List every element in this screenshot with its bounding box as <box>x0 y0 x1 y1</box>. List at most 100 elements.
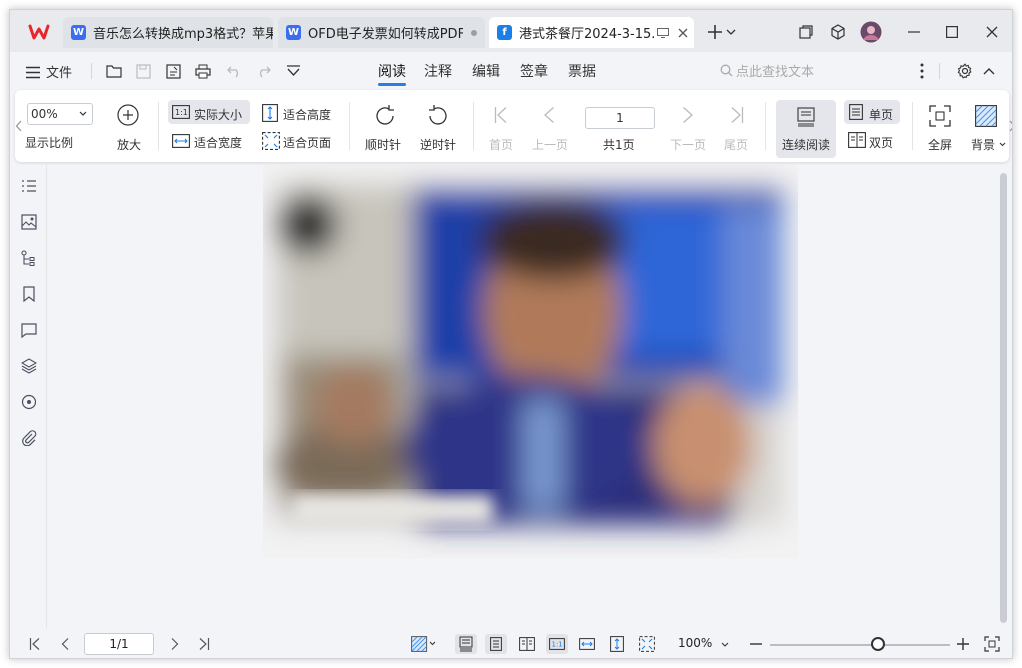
chevron-right-icon[interactable] <box>164 634 186 654</box>
minimize-button[interactable] <box>901 19 927 45</box>
scroll-left-icon[interactable] <box>15 120 25 134</box>
last-page-button[interactable]: 尾页 <box>719 102 753 158</box>
blurred-photo <box>263 165 798 558</box>
zoom-select[interactable]: 00% <box>27 103 93 125</box>
collapse-ribbon-icon[interactable] <box>978 60 1000 82</box>
fit-window-icon[interactable] <box>981 634 1003 654</box>
first-page-button[interactable]: 首页 <box>485 102 519 158</box>
scroll-right-icon[interactable] <box>1008 120 1012 134</box>
chevron-left-icon[interactable] <box>54 634 76 654</box>
zoom-in-button[interactable]: 放大 <box>106 102 150 158</box>
rotate-clockwise-label: 顺时针 <box>365 138 402 152</box>
avatar[interactable] <box>858 19 884 45</box>
structure-tree-icon[interactable] <box>19 248 39 268</box>
redo-icon[interactable] <box>252 60 274 82</box>
signature-seal-icon[interactable] <box>19 392 39 412</box>
window-restore-icon[interactable] <box>793 19 819 45</box>
page-number-input[interactable]: 1 <box>585 107 655 129</box>
double-page-icon[interactable] <box>848 132 866 148</box>
next-page-button[interactable]: 下一页 <box>667 102 709 158</box>
zoom-slider-handle[interactable] <box>871 637 885 651</box>
continuous-reading-button[interactable]: 连续阅读 <box>776 100 836 158</box>
tab-invoice[interactable]: 票据 <box>568 61 596 81</box>
attachment-icon[interactable] <box>19 428 39 448</box>
page-indicator-input[interactable]: 1/1 <box>84 633 154 655</box>
app-window: W 音乐怎么转换成mp3格式？苹果 W OFD电子发票如何转成PDF？ f 港式… <box>9 9 1013 659</box>
close-tab-icon[interactable] <box>672 22 694 44</box>
comment-icon[interactable] <box>19 320 39 340</box>
fit-page-label[interactable]: 适合页面 <box>283 134 331 151</box>
background-pattern-icon <box>975 105 997 127</box>
single-page-view-icon[interactable] <box>485 634 507 654</box>
tab-restaurant-ofd[interactable]: f 港式茶餐厅2024-3-15.o <box>489 17 694 48</box>
file-menu[interactable]: 文件 <box>46 62 72 81</box>
continuous-reading-label: 连续阅读 <box>782 138 831 152</box>
fit-page-icon[interactable] <box>262 132 280 150</box>
zoom-out-icon[interactable] <box>748 634 764 654</box>
close-window-button[interactable] <box>979 19 1005 45</box>
previous-page-label: 上一页 <box>532 138 569 152</box>
tab-title: 音乐怎么转换成mp3格式？苹果 <box>93 27 273 42</box>
more-options-icon[interactable] <box>911 60 933 82</box>
title-bar: W 音乐怎么转换成mp3格式？苹果 W OFD电子发票如何转成PDF？ f 港式… <box>10 10 1012 52</box>
background-button[interactable]: 背景 <box>965 102 1007 158</box>
double-page-view-icon[interactable] <box>516 634 538 654</box>
search-box[interactable]: 点此查找文本 <box>720 60 880 80</box>
fit-width-icon[interactable] <box>576 634 598 654</box>
gear-icon[interactable] <box>954 60 976 82</box>
zoom-slider[interactable] <box>770 644 950 646</box>
active-tab-indicator <box>378 83 406 86</box>
fit-height-icon[interactable] <box>262 104 278 122</box>
zoom-in-icon[interactable] <box>955 634 971 654</box>
unsaved-dot-icon[interactable] <box>463 22 485 44</box>
divider <box>349 102 350 150</box>
first-page-icon[interactable] <box>24 634 46 654</box>
double-page-label[interactable]: 双页 <box>869 134 893 151</box>
save-icon[interactable] <box>132 60 154 82</box>
maximize-button[interactable] <box>939 19 965 45</box>
hamburger-menu-icon[interactable] <box>24 61 42 83</box>
undo-icon[interactable] <box>223 60 245 82</box>
rotate-clockwise-button[interactable]: 顺时针 <box>360 102 408 158</box>
export-icon[interactable] <box>162 60 184 82</box>
screen-icon[interactable] <box>654 22 672 44</box>
actual-size-icon[interactable]: 1:1 <box>546 634 568 654</box>
fullscreen-button[interactable]: 全屏 <box>920 102 960 158</box>
page-number-value: 1 <box>616 111 624 125</box>
continuous-view-icon[interactable] <box>455 634 477 654</box>
fit-width-label[interactable]: 适合宽度 <box>194 134 242 151</box>
word-doc-icon: W <box>71 25 86 40</box>
wps-logo[interactable] <box>22 20 56 44</box>
tab-ofd-doc[interactable]: W OFD电子发票如何转成PDF？ <box>278 17 485 48</box>
vertical-scrollbar[interactable] <box>1000 173 1007 623</box>
chevron-down-icon[interactable] <box>718 634 732 654</box>
next-page-label: 下一页 <box>670 138 707 152</box>
tab-signature[interactable]: 签章 <box>520 61 548 81</box>
tab-annotate[interactable]: 注释 <box>424 61 452 81</box>
chevron-down-icon[interactable] <box>723 19 739 45</box>
fit-page-icon[interactable] <box>636 634 658 654</box>
cube-icon[interactable] <box>825 19 851 45</box>
tab-read[interactable]: 阅读 <box>378 61 406 81</box>
fit-height-label[interactable]: 适合高度 <box>283 106 331 123</box>
fit-width-icon[interactable] <box>172 134 190 148</box>
tab-music-doc[interactable]: W 音乐怎么转换成mp3格式？苹果 <box>63 17 273 48</box>
document-view[interactable] <box>48 165 1012 628</box>
thumbnail-image-icon[interactable] <box>19 212 39 232</box>
rotate-counterclockwise-button[interactable]: 逆时针 <box>415 102 463 158</box>
previous-page-button[interactable]: 上一页 <box>529 102 571 158</box>
zoom-in-icon <box>117 104 139 126</box>
quick-access-dropdown-icon[interactable] <box>282 60 304 82</box>
tab-edit[interactable]: 编辑 <box>472 61 500 81</box>
layers-icon[interactable] <box>19 356 39 376</box>
last-page-icon[interactable] <box>193 634 215 654</box>
open-folder-icon[interactable] <box>103 60 125 82</box>
fit-height-icon[interactable] <box>606 634 628 654</box>
ofd-file-icon: f <box>497 25 512 40</box>
outline-icon[interactable] <box>19 176 39 196</box>
bookmark-icon[interactable] <box>19 284 39 304</box>
background-pattern-dropdown[interactable] <box>410 634 438 654</box>
print-icon[interactable] <box>192 60 214 82</box>
single-page-icon <box>849 104 863 120</box>
zoom-percentage[interactable]: 100% <box>678 636 712 650</box>
